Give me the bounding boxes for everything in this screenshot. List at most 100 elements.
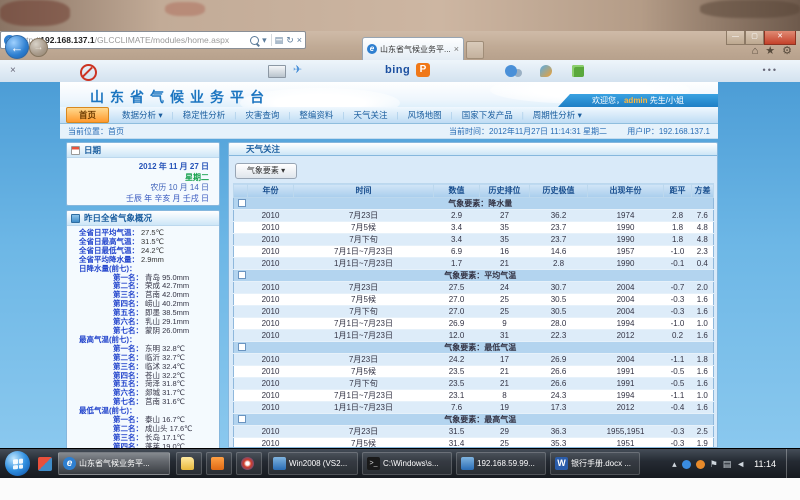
search-dropdown-icon[interactable]: ▾ xyxy=(262,35,267,46)
toolbar-close-icon[interactable]: × xyxy=(10,65,16,76)
nav-item-6[interactable]: 风场地图 xyxy=(399,109,451,121)
table-section-row[interactable]: 气象要素：最低气温 xyxy=(234,342,714,354)
forward-button[interactable]: → xyxy=(29,38,48,57)
taskbar-button-192.168.59.99...[interactable]: 192.168.59.99... xyxy=(456,452,546,475)
circles-plugin-icon[interactable] xyxy=(505,65,517,77)
row-expand-cell xyxy=(234,330,248,342)
more-dots-icon[interactable]: ••• xyxy=(763,65,778,75)
table-section-row[interactable]: 气象要素：平均气温 xyxy=(234,270,714,282)
table-cell: 25 xyxy=(480,294,530,306)
taskbar-button-media-app[interactable] xyxy=(236,452,262,475)
send-plane-icon[interactable]: ✈ xyxy=(293,63,302,76)
show-desktop-button[interactable] xyxy=(786,449,794,479)
refresh-icon[interactable]: ↻ xyxy=(286,35,294,46)
close-button[interactable]: ✕ xyxy=(764,31,796,45)
table-row[interactable]: 20107月23日27.52430.72004-0.72.0 xyxy=(234,282,714,294)
table-cell: 4.8 xyxy=(692,234,714,246)
section-expand-cell[interactable] xyxy=(234,414,248,426)
row-expand-cell xyxy=(234,390,248,402)
console-icon: >_ xyxy=(367,457,380,470)
table-row[interactable]: 20107月5候3.43523.719901.84.8 xyxy=(234,222,714,234)
tray-app-icon[interactable] xyxy=(682,460,691,469)
expander-icon[interactable] xyxy=(238,199,246,207)
summary-panel-body: 全省日平均气温：27.5℃全省日最高气温：31.5℃全省日最低气温：24.2℃全… xyxy=(67,226,219,448)
network-icon[interactable]: ▤ xyxy=(723,459,732,470)
table-cell: 1.0 xyxy=(692,390,714,402)
browser-tab[interactable]: e 山东省气候业务平... × xyxy=(362,37,464,60)
table-row[interactable]: 20107月5候27.02530.52004-0.31.6 xyxy=(234,294,714,306)
minimize-button[interactable]: — xyxy=(726,31,745,45)
table-row[interactable]: 20107月1日~7月23日26.9928.01994-1.01.0 xyxy=(234,318,714,330)
ie-icon: e xyxy=(63,457,76,470)
table-row[interactable]: 20107月23日2.92736.219742.87.6 xyxy=(234,210,714,222)
blocked-icon[interactable] xyxy=(80,64,97,81)
rank-value: 郯城 31.7℃ xyxy=(145,388,185,397)
table-cell: 2004 xyxy=(588,354,664,366)
taskbar-button-folder[interactable] xyxy=(176,452,202,475)
nav-item-8[interactable]: 周期性分析 ▾ xyxy=(524,109,591,121)
bing-logo[interactable]: bing xyxy=(385,64,410,76)
pinned-app-icon[interactable] xyxy=(38,457,52,471)
taskbar-button-orange-app[interactable] xyxy=(206,452,232,475)
compatibility-view-icon[interactable]: ▤ xyxy=(275,35,284,46)
start-button[interactable] xyxy=(5,451,30,476)
table-row[interactable]: 20101月1日~7月23日1.7212.81990-0.10.4 xyxy=(234,258,714,270)
table-row[interactable]: 20107月1日~7月23日23.1824.31994-1.11.0 xyxy=(234,390,714,402)
maximize-button[interactable]: ▢ xyxy=(745,31,764,45)
table-row[interactable]: 20107月23日31.52936.31955,1951-0.32.5 xyxy=(234,426,714,438)
table-section-row[interactable]: 气象要素：最高气温 xyxy=(234,414,714,426)
nav-item-1[interactable]: 数据分析 ▾ xyxy=(113,109,172,121)
nav-item-3[interactable]: 灾害查询 xyxy=(236,109,288,121)
table-cell: -0.4 xyxy=(664,402,692,414)
table-row[interactable]: 20101月1日~7月23日7.61917.32012-0.41.6 xyxy=(234,402,714,414)
table-row[interactable]: 20107月5候31.42535.31951-0.31.9 xyxy=(234,438,714,449)
table-row[interactable]: 20107月下旬3.43523.719901.84.8 xyxy=(234,234,714,246)
table-cell: 19 xyxy=(480,402,530,414)
table-row[interactable]: 20101月1日~7月23日12.03122.320120.21.6 xyxy=(234,330,714,342)
snapshot-icon[interactable] xyxy=(268,65,286,78)
table-cell: 1月1日~7月23日 xyxy=(294,402,434,414)
plugin-p-icon[interactable]: P xyxy=(416,63,430,77)
weather-element-filter-button[interactable]: 气象要素 ▾ xyxy=(235,163,297,179)
favorites-icon[interactable]: ★ xyxy=(765,44,775,58)
bird-plugin-icon[interactable] xyxy=(540,65,552,77)
stop-icon[interactable]: × xyxy=(297,35,302,45)
tray-expand-icon[interactable]: ▴ xyxy=(672,459,677,470)
rank-label: 第一名： xyxy=(113,344,143,353)
section-expand-cell[interactable] xyxy=(234,198,248,210)
table-row[interactable]: 20107月23日24.21726.92004-1.11.8 xyxy=(234,354,714,366)
home-icon[interactable]: ⌂ xyxy=(752,44,759,58)
taskbar-button-Win2008 (VS2...[interactable]: Win2008 (VS2... xyxy=(268,452,358,475)
back-button[interactable]: ← xyxy=(5,35,29,59)
table-cell: 7月5候 xyxy=(294,222,434,234)
section-expand-cell[interactable] xyxy=(234,342,248,354)
volume-icon[interactable]: ◄ xyxy=(736,459,745,469)
tab-close-icon[interactable]: × xyxy=(454,44,459,54)
search-icon[interactable] xyxy=(250,36,259,45)
taskbar-button-山东省气候业务平...[interactable]: e山东省气候业务平... xyxy=(58,452,170,475)
nav-item-5[interactable]: 天气关注 xyxy=(345,109,397,121)
section-expand-cell[interactable] xyxy=(234,270,248,282)
tray-app-icon[interactable] xyxy=(696,460,705,469)
taskbar-clock[interactable]: 11:14 xyxy=(754,459,776,469)
nav-item-4[interactable]: 整编资料 xyxy=(290,109,342,121)
expander-icon[interactable] xyxy=(238,343,246,351)
table-row[interactable]: 20107月1日~7月23日6.91614.61957-1.02.3 xyxy=(234,246,714,258)
table-row[interactable]: 20107月下旬27.02530.52004-0.31.6 xyxy=(234,306,714,318)
tools-gear-icon[interactable]: ⚙ xyxy=(782,44,792,58)
table-row[interactable]: 20107月5候23.52126.61991-0.51.6 xyxy=(234,366,714,378)
table-section-row[interactable]: 气象要素：降水量 xyxy=(234,198,714,210)
nav-item-7[interactable]: 国家下发产品 xyxy=(453,109,522,121)
nav-item-2[interactable]: 稳定性分析 xyxy=(174,109,235,121)
action-center-flag-icon[interactable]: ⚑ xyxy=(710,459,718,470)
taskbar-button-银行手册.docx ...[interactable]: W银行手册.docx ... xyxy=(550,452,640,475)
nav-item-0[interactable]: 首页 xyxy=(66,107,109,123)
puzzle-plugin-icon[interactable] xyxy=(572,65,584,77)
expander-icon[interactable] xyxy=(238,415,246,423)
calendar-icon xyxy=(71,146,80,155)
expander-icon[interactable] xyxy=(238,271,246,279)
new-tab-button[interactable] xyxy=(466,41,484,59)
table-header-5: 出现年份 xyxy=(588,184,664,198)
table-row[interactable]: 20107月下旬23.52126.61991-0.51.6 xyxy=(234,378,714,390)
taskbar-button-C:\Windows\s...[interactable]: >_C:\Windows\s... xyxy=(362,452,452,475)
